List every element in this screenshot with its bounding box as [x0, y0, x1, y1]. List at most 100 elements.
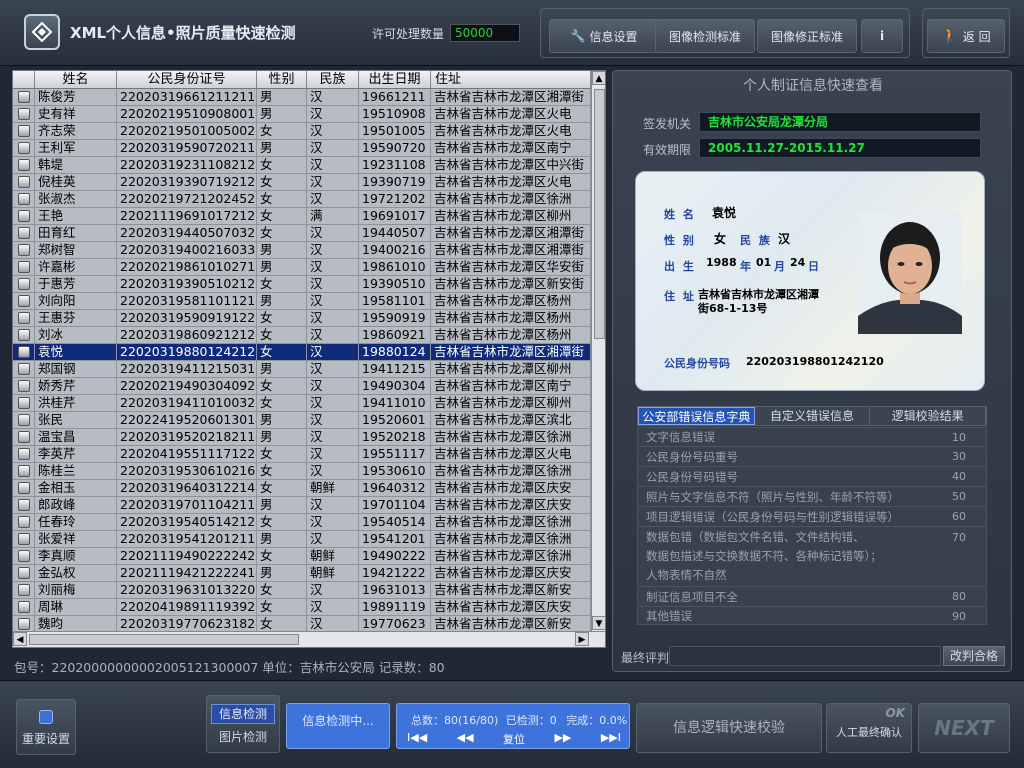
list-item[interactable]: 数据包错（数据包文件名错、文件结构错、 数据包描述与交换数据不符、各种标记错等）… [638, 527, 986, 587]
header-name[interactable]: 姓名 [35, 71, 117, 88]
table-row[interactable]: 洪桂芹 220203194110100328 女汉 19411010 吉林省吉林市龙潭区… [13, 395, 591, 412]
scroll-right-icon[interactable]: ▶ [575, 632, 589, 646]
table-row[interactable]: 张淑杰 220202197212024520X 女汉 19721202 吉林省吉林市龙潭… [13, 191, 591, 208]
list-item[interactable]: 其他错误 90 [638, 607, 986, 626]
table-row[interactable]: 温宝昌 220203195202182118 男汉 19520218 吉林省吉林市龙潭区… [13, 429, 591, 446]
logic-check-button[interactable]: 信息逻辑快速校验 [636, 703, 822, 753]
horizontal-scrollbar[interactable]: ◀ ▶ [13, 631, 605, 647]
info-settings-button[interactable]: 🔧 信息设置 [549, 19, 659, 53]
table-row[interactable]: 魏昀 220203197706231824 女汉 19770623 吉林省吉林市龙潭区新… [13, 616, 591, 631]
cell-ethnic: 汉 [307, 361, 359, 377]
id-card-preview: 姓 名 袁悦 性 别 女 民 族 汉 出 生 1988 年 01 月 24 日 … [635, 171, 985, 391]
table-row[interactable]: 娇秀芹 220202194903040920 女汉 19490304 吉林省吉林市龙潭区… [13, 378, 591, 395]
cell-id: 220202197212024520X [117, 191, 257, 207]
first-record-icon[interactable]: I◀◀ [407, 731, 427, 747]
correction-standard-button[interactable]: 图像修正标准 [757, 19, 857, 53]
last-record-icon[interactable]: ▶▶I [601, 731, 621, 747]
final-verdict-field[interactable] [669, 646, 941, 666]
table-row[interactable]: 韩堤 220203192311082120 女汉 19231108 吉林省吉林市龙潭区中… [13, 157, 591, 174]
cell-sex: 女 [257, 225, 307, 241]
previous-record-icon[interactable]: ◀◀ [457, 731, 474, 747]
list-item[interactable]: 文字信息错误 10 [638, 428, 986, 447]
table-row[interactable]: 王利军 220203195907202115 男汉 19590720 吉林省吉林市龙潭区… [13, 140, 591, 157]
tab-custom-errors[interactable]: 自定义错误信息 [754, 407, 871, 425]
cell-address: 吉林省吉林市龙潭区火电 [431, 123, 591, 139]
reset-button[interactable]: 复位 [503, 731, 525, 747]
table-row[interactable]: 李英芹 220204195511171224 女汉 19551117 吉林省吉林市龙潭区… [13, 446, 591, 463]
table-row[interactable]: 张民 220224195206013014 男汉 19520601 吉林省吉林市龙潭区滨… [13, 412, 591, 429]
record-icon [17, 516, 30, 528]
table-row[interactable]: 任春玲 220203195405142124 女汉 19540514 吉林省吉林市龙潭区… [13, 514, 591, 531]
cell-ethnic: 汉 [307, 191, 359, 207]
header-address[interactable]: 住址 [431, 71, 591, 88]
tab-mps-error-dictionary[interactable]: 公安部错误信息字典 [638, 407, 755, 425]
issuer-value: 吉林市公安局龙潭分局 [699, 112, 981, 132]
cell-name: 李真顺 [35, 548, 117, 564]
cell-name: 王惠芬 [35, 310, 117, 326]
card-birth-month: 01 [756, 256, 772, 269]
next-button[interactable]: NEXT [918, 703, 1010, 753]
header-dob[interactable]: 出生日期 [359, 71, 431, 88]
row-record-icon [13, 293, 35, 309]
table-row[interactable]: 郑树智 220203194002160331 男汉 19400216 吉林省吉林市龙潭区… [13, 242, 591, 259]
table-row[interactable]: 王惠芬 220203195909191229 女汉 19590919 吉林省吉林市龙潭区… [13, 310, 591, 327]
important-settings-button[interactable]: 重要设置 [16, 699, 76, 755]
table-row[interactable]: 金相玉 220203196403122140 女朝鲜 19640312 吉林省吉林市龙潭… [13, 480, 591, 497]
horizontal-scroll-thumb[interactable] [29, 634, 299, 645]
table-row[interactable]: 田育红 220203194405070322 女汉 19440507 吉林省吉林市龙潭区… [13, 225, 591, 242]
table-row[interactable]: 刘向阳 220203195811011218 男汉 19581101 吉林省吉林市龙潭区… [13, 293, 591, 310]
table-row[interactable]: 李真顺 22021119490222242X 女朝鲜 19490222 吉林省吉林市龙潭… [13, 548, 591, 565]
scroll-down-icon[interactable]: ▼ [592, 616, 605, 630]
override-pass-button[interactable]: 改判合格 [943, 646, 1005, 666]
table-row[interactable]: 史有祥 220202195109080014 男汉 19510908 吉林省吉林市龙潭区… [13, 106, 591, 123]
table-row[interactable]: 金弘权 220211194212222414 男朝鲜 19421222 吉林省吉林市龙潭… [13, 565, 591, 582]
manual-confirm-button[interactable]: OK 人工最终确认 [826, 703, 912, 753]
cell-id: 220202198610102719 [117, 259, 257, 275]
table-row[interactable]: 倪桂英 220203193907192122 女汉 19390719 吉林省吉林市龙潭区… [13, 174, 591, 191]
table-row[interactable]: 周琳 220204198911193928 女汉 19891119 吉林省吉林市龙潭区庆… [13, 599, 591, 616]
row-record-icon [13, 463, 35, 479]
table-row[interactable]: 刘丽梅 220203196310132200 女汉 19631013 吉林省吉林市龙潭区… [13, 582, 591, 599]
cell-name: 郎政峰 [35, 497, 117, 513]
table-row[interactable]: 于惠芳 22020319390510212X 女汉 19390510 吉林省吉林市龙潭区… [13, 276, 591, 293]
record-icon [17, 550, 30, 562]
record-icon [17, 210, 30, 222]
table-row[interactable]: 袁悦 220203198801242120 女汉 19880124 吉林省吉林市龙潭区湘… [13, 344, 591, 361]
row-record-icon [13, 89, 35, 105]
info-button[interactable]: i [861, 19, 903, 53]
header-sex[interactable]: 性别 [257, 71, 307, 88]
table-row[interactable]: 许嘉彬 220202198610102719 男汉 19861010 吉林省吉林市龙潭区… [13, 259, 591, 276]
list-item[interactable]: 制证信息项目不全 80 [638, 587, 986, 607]
header-id[interactable]: 公民身份证号 [117, 71, 257, 88]
table-row[interactable]: 张爱祥 220203195412012117 男汉 19541201 吉林省吉林市龙潭区… [13, 531, 591, 548]
list-item[interactable]: 照片与文字信息不符（照片与性别、年龄不符等） 50 [638, 487, 986, 507]
table-row[interactable]: 齐志荣 220202195010050026 女汉 19501005 吉林省吉林市龙潭区… [13, 123, 591, 140]
table-row[interactable]: 王艳 220211196910172126 女满 19691017 吉林省吉林市龙潭区柳… [13, 208, 591, 225]
back-button[interactable]: 🚶 返 回 [927, 19, 1005, 53]
vertical-scrollbar[interactable]: ▲ ▼ [591, 71, 605, 631]
list-item[interactable]: 公民身份号码重号 30 [638, 447, 986, 467]
table-row[interactable]: 陈桂兰 22020319530610216X 女汉 19530610 吉林省吉林市龙潭区… [13, 463, 591, 480]
list-item[interactable]: 公民身份号码错号 40 [638, 467, 986, 487]
next-record-icon[interactable]: ▶▶ [554, 731, 571, 747]
table-row[interactable]: 刘冰 220203198609212124 女汉 19860921 吉林省吉林市龙潭区杨… [13, 327, 591, 344]
cell-dob: 19501005 [359, 123, 431, 139]
info-check-button[interactable]: 信息检测 [211, 704, 275, 724]
table-row[interactable]: 陈俊芳 220203196612112117 男汉 19661211 吉林省吉林市龙潭区… [13, 89, 591, 106]
header-ethnic[interactable]: 民族 [307, 71, 359, 88]
tab-logic-results[interactable]: 逻辑校验结果 [870, 407, 987, 425]
cell-sex: 男 [257, 242, 307, 258]
scroll-left-icon[interactable]: ◀ [13, 632, 27, 646]
photo-check-button[interactable]: 图片检测 [211, 728, 275, 748]
table-row[interactable]: 郎政峰 220203197011042111 男汉 19701104 吉林省吉林市龙潭区… [13, 497, 591, 514]
cell-address: 吉林省吉林市龙潭区庆安 [431, 565, 591, 581]
cell-id: 220203197011042111 [117, 497, 257, 513]
scroll-up-icon[interactable]: ▲ [592, 71, 605, 85]
list-item[interactable]: 项目逻辑错误（公民身份号码与性别逻辑错误等） 60 [638, 507, 986, 527]
image-standard-button[interactable]: 图像检测标准 [655, 19, 755, 53]
vertical-scroll-thumb[interactable] [594, 89, 605, 339]
cell-address: 吉林省吉林市龙潭区火电 [431, 106, 591, 122]
cell-sex: 男 [257, 259, 307, 275]
table-row[interactable]: 郑国钢 220203194112150310 男汉 19411215 吉林省吉林市龙潭区… [13, 361, 591, 378]
cell-address: 吉林省吉林市龙潭区华安街 [431, 259, 591, 275]
